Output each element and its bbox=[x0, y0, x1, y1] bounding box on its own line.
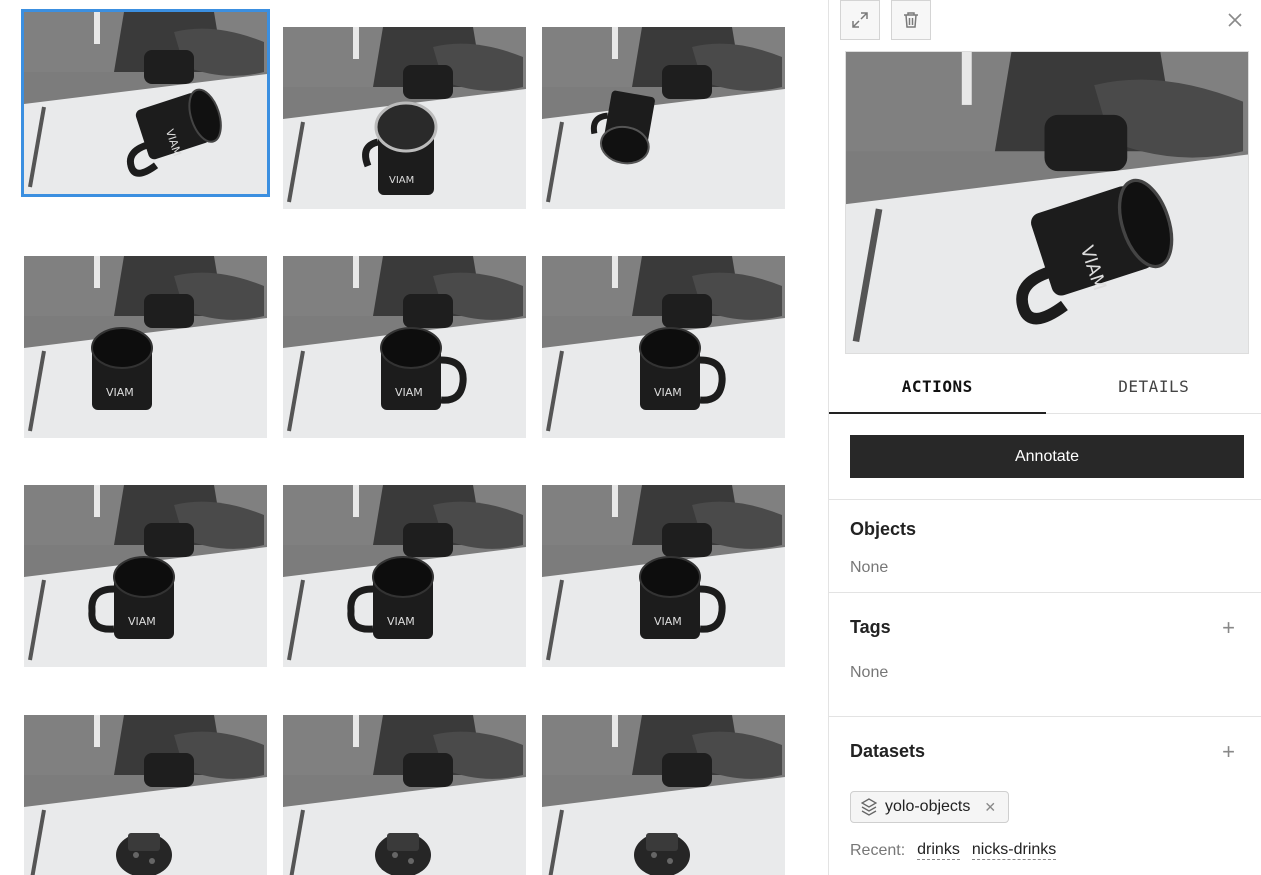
recent-dataset-link[interactable]: nicks-drinks bbox=[971, 841, 1057, 860]
photo bbox=[542, 715, 785, 875]
svg-text:VIAM: VIAM bbox=[654, 386, 682, 399]
recent-dataset-link[interactable]: drinks bbox=[917, 841, 960, 860]
photo bbox=[542, 27, 785, 209]
objects-title: Objects bbox=[850, 519, 917, 539]
detail-panel: VIAM ACTIONS DETAILS Annotate Objects No… bbox=[828, 0, 1261, 875]
gallery-thumbnail[interactable] bbox=[24, 715, 267, 875]
gallery-thumbnail[interactable]: VIAM bbox=[21, 9, 270, 197]
svg-text:VIAM: VIAM bbox=[387, 615, 415, 628]
tags-title: Tags bbox=[850, 617, 891, 637]
svg-text:VIAM: VIAM bbox=[654, 615, 682, 628]
photo: VIAM bbox=[283, 27, 526, 209]
annotate-button[interactable]: Annotate bbox=[850, 435, 1244, 478]
photo: VIAM bbox=[846, 52, 1248, 353]
gallery-thumbnail[interactable]: VIAM bbox=[542, 256, 785, 438]
photo: VIAM bbox=[24, 485, 267, 667]
photo bbox=[24, 715, 267, 875]
divider bbox=[829, 499, 1261, 500]
image-gallery: VIAM VIAM VIAM VIAM VIAM VIAM VIAM VIAM bbox=[0, 0, 828, 875]
photo: VIAM bbox=[283, 256, 526, 438]
dataset-chip: yolo-objects ✕ bbox=[850, 791, 1010, 823]
photo: VIAM bbox=[283, 485, 526, 667]
delete-button[interactable] bbox=[891, 0, 931, 40]
svg-text:VIAM: VIAM bbox=[395, 386, 423, 399]
svg-text:VIAM: VIAM bbox=[128, 615, 156, 628]
gallery-thumbnail[interactable] bbox=[542, 715, 785, 875]
gallery-thumbnail[interactable] bbox=[283, 715, 526, 875]
photo: VIAM bbox=[542, 256, 785, 438]
recent-datasets: Recent: drinks nicks-drinks bbox=[850, 841, 1057, 860]
tab-details[interactable]: DETAILS bbox=[1046, 360, 1261, 413]
gallery-thumbnail[interactable]: VIAM bbox=[283, 256, 526, 438]
gallery-thumbnail[interactable]: VIAM bbox=[24, 256, 267, 438]
add-dataset-icon[interactable]: + bbox=[1222, 741, 1235, 763]
gallery-thumbnail[interactable]: VIAM bbox=[283, 27, 526, 209]
tags-value: None bbox=[850, 664, 889, 681]
close-icon bbox=[1228, 13, 1242, 27]
divider bbox=[829, 592, 1261, 593]
gallery-thumbnail[interactable] bbox=[542, 27, 785, 209]
divider bbox=[829, 716, 1261, 717]
datasets-title: Datasets bbox=[850, 741, 926, 761]
photo: VIAM bbox=[542, 485, 785, 667]
trash-icon bbox=[904, 12, 918, 28]
tab-actions[interactable]: ACTIONS bbox=[829, 360, 1046, 414]
expand-button[interactable] bbox=[840, 0, 880, 40]
expand-icon bbox=[852, 12, 868, 28]
layers-icon bbox=[861, 798, 877, 816]
dataset-chip-label: yolo-objects bbox=[885, 798, 971, 815]
panel-tabs: ACTIONS DETAILS bbox=[829, 360, 1261, 414]
photo bbox=[283, 715, 526, 875]
svg-text:VIAM: VIAM bbox=[106, 386, 134, 399]
photo: VIAM bbox=[24, 12, 267, 194]
add-tag-icon[interactable]: + bbox=[1222, 617, 1235, 639]
photo: VIAM bbox=[24, 256, 267, 438]
close-button[interactable] bbox=[1223, 8, 1247, 32]
remove-dataset-icon[interactable]: ✕ bbox=[984, 799, 996, 816]
objects-value: None bbox=[850, 559, 889, 576]
image-preview: VIAM bbox=[845, 51, 1249, 354]
gallery-thumbnail[interactable]: VIAM bbox=[542, 485, 785, 667]
gallery-thumbnail[interactable]: VIAM bbox=[283, 485, 526, 667]
gallery-thumbnail[interactable]: VIAM bbox=[24, 485, 267, 667]
recent-label: Recent: bbox=[850, 841, 906, 859]
svg-text:VIAM: VIAM bbox=[389, 175, 414, 186]
